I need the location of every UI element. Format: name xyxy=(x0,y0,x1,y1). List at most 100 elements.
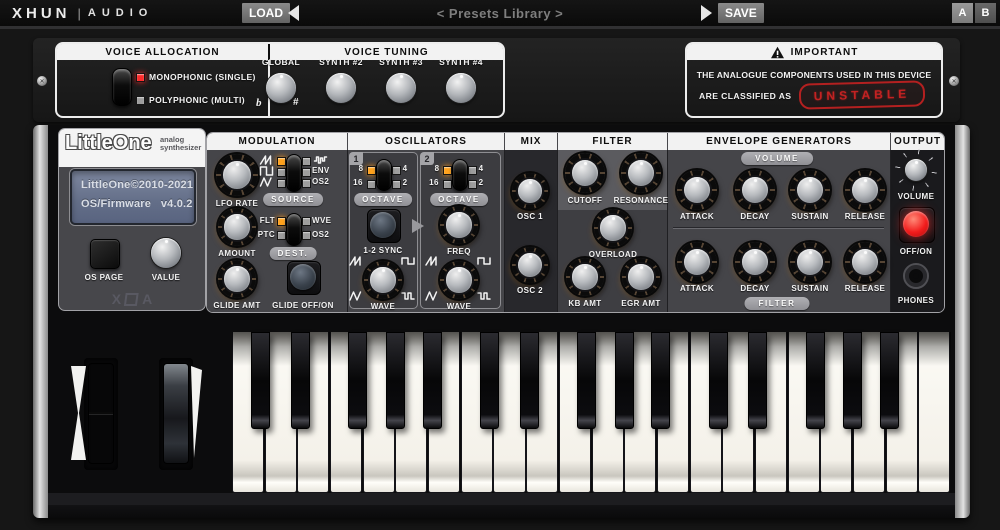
voice-mode-switch[interactable] xyxy=(112,68,132,106)
black-key[interactable] xyxy=(577,332,596,429)
flt-release-label: RELEASE xyxy=(845,284,886,293)
black-key[interactable] xyxy=(843,332,862,429)
sync-arrow-icon xyxy=(412,219,425,233)
osc2-freq-knob[interactable] xyxy=(440,206,478,244)
pitch-wheel-seam xyxy=(89,412,113,414)
value-label: VALUE xyxy=(152,273,181,282)
black-key[interactable] xyxy=(480,332,499,429)
synth4-tune-knob[interactable] xyxy=(446,73,476,103)
load-button[interactable]: LOAD xyxy=(242,3,290,23)
output-title: OUTPUT xyxy=(891,133,944,150)
output-volume-knob[interactable] xyxy=(905,159,927,181)
output-volume-label: VOLUME xyxy=(898,192,935,201)
osc2-octave-badge: OCTAVE xyxy=(430,193,488,206)
env-filter-badge: FILTER xyxy=(744,297,809,310)
warning-icon xyxy=(770,46,785,59)
osc2-freq-label: FREQ xyxy=(447,247,471,256)
osc2-oct-4-label: 4 xyxy=(479,164,484,173)
lcd-display: LittleOne©2010-2021 OS/Firmware v4.0.2 xyxy=(70,169,196,225)
lfo-rate-knob[interactable] xyxy=(216,154,258,196)
voice-rack-panel: ✕ ✕ VOICE ALLOCATION VOICE TUNING MONOPH… xyxy=(33,38,960,122)
black-key[interactable] xyxy=(615,332,634,429)
mod-wheel[interactable] xyxy=(163,363,189,464)
white-key[interactable] xyxy=(918,332,950,493)
preset-a-button[interactable]: A xyxy=(952,3,973,23)
cutoff-knob[interactable] xyxy=(565,153,605,193)
important-title: IMPORTANT xyxy=(791,47,859,58)
flt-decay-knob[interactable] xyxy=(735,242,775,282)
glide-on-off-button[interactable] xyxy=(290,264,316,290)
mix-osc1-knob[interactable] xyxy=(512,173,548,209)
flt-attack-label: ATTACK xyxy=(680,284,714,293)
dest-switch[interactable] xyxy=(286,213,302,246)
pulse-wave-icon xyxy=(476,256,492,266)
osc2-tab: 2 xyxy=(420,152,434,165)
modulation-title: MODULATION xyxy=(207,133,348,150)
kb-amt-knob[interactable] xyxy=(566,258,604,296)
sync-button[interactable] xyxy=(370,212,396,238)
polyphonic-label: POLYPHONIC (MULTI) xyxy=(149,95,245,105)
osc2-octave-switch[interactable] xyxy=(452,159,468,191)
osc1-octave-switch[interactable] xyxy=(376,159,392,191)
osc1-oct-2-led xyxy=(392,180,401,189)
black-key[interactable] xyxy=(251,332,270,429)
overload-knob[interactable] xyxy=(594,209,632,247)
presets-library-selector[interactable]: < Presets Library > xyxy=(350,0,650,26)
black-key[interactable] xyxy=(806,332,825,429)
logo-tagline-2: synthesizer xyxy=(160,144,201,152)
vol-decay-knob[interactable] xyxy=(735,170,775,210)
black-key[interactable] xyxy=(423,332,442,429)
black-key[interactable] xyxy=(651,332,670,429)
black-key[interactable] xyxy=(291,332,310,429)
synth2-tune-knob[interactable] xyxy=(326,73,356,103)
power-label: OFF/ON xyxy=(900,247,933,256)
osc2-oct-2-led xyxy=(468,180,477,189)
source-switch[interactable] xyxy=(286,154,302,192)
black-key[interactable] xyxy=(348,332,367,429)
preset-b-button[interactable]: B xyxy=(975,3,996,23)
mix-title: MIX xyxy=(505,133,558,150)
vol-attack-knob[interactable] xyxy=(677,170,717,210)
osc1-oct-4-label: 4 xyxy=(403,164,408,173)
value-knob[interactable] xyxy=(151,238,181,268)
xhun-logo-mark: X A xyxy=(112,291,152,307)
resonance-label: RESONANCE xyxy=(614,196,669,205)
black-key[interactable] xyxy=(386,332,405,429)
osc1-wave-knob[interactable] xyxy=(364,261,402,299)
osc2-wave-knob[interactable] xyxy=(440,261,478,299)
egr-amt-label: EGR AMT xyxy=(621,299,660,308)
flt-attack-knob[interactable] xyxy=(677,242,717,282)
xhun-audio-logo: XHUN | AUDIO xyxy=(12,0,153,26)
global-tune-knob[interactable] xyxy=(266,73,296,103)
resonance-knob[interactable] xyxy=(621,153,661,193)
noise-wave-icon xyxy=(312,155,329,165)
amount-knob[interactable] xyxy=(218,208,256,246)
flt-sustain-knob[interactable] xyxy=(790,242,830,282)
vol-release-knob[interactable] xyxy=(845,170,885,210)
os-page-button[interactable] xyxy=(90,239,120,269)
prev-preset-icon[interactable] xyxy=(288,5,299,21)
glide-amt-knob[interactable] xyxy=(218,260,256,298)
voice-allocation-title: VOICE ALLOCATION xyxy=(57,44,268,60)
mix-osc2-knob[interactable] xyxy=(512,247,548,283)
osc2-oct-16-led xyxy=(443,180,452,189)
left-rail xyxy=(33,125,48,518)
osc2-oct-16-label: 16 xyxy=(429,178,439,187)
egr-amt-knob[interactable] xyxy=(622,258,660,296)
vol-sustain-knob[interactable] xyxy=(790,170,830,210)
black-key[interactable] xyxy=(748,332,767,429)
save-button[interactable]: SAVE xyxy=(718,3,764,23)
next-preset-icon[interactable] xyxy=(701,5,712,21)
important-box: IMPORTANT THE ANALOGUE COMPONENTS USED I… xyxy=(685,42,943,118)
osc2-oct-4-led xyxy=(468,166,477,175)
black-key[interactable] xyxy=(520,332,539,429)
monophonic-led xyxy=(136,73,145,82)
synth3-tune-label: SYNTH #3 xyxy=(379,57,423,67)
flt-release-knob[interactable] xyxy=(845,242,885,282)
phones-jack[interactable] xyxy=(903,263,929,289)
power-on-off-button[interactable] xyxy=(903,211,929,237)
black-key[interactable] xyxy=(880,332,899,429)
square-wave-icon xyxy=(258,166,275,176)
black-key[interactable] xyxy=(709,332,728,429)
synth3-tune-knob[interactable] xyxy=(386,73,416,103)
